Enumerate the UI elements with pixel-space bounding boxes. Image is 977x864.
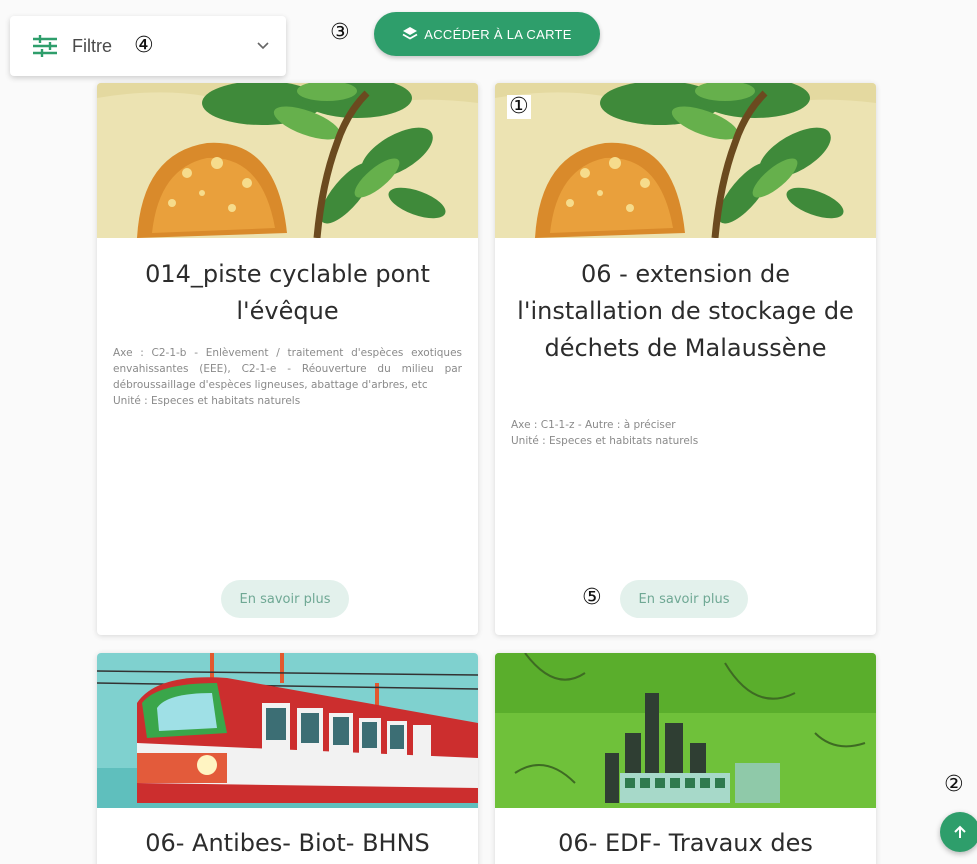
card-unite: Unité : Especes et habitats naturels bbox=[511, 435, 699, 447]
mushroom-illustration bbox=[97, 83, 478, 238]
card-axe: Axe : C2-1-b - Enlèvement / traitement d… bbox=[113, 347, 462, 391]
card-title: 06- Antibes- Biot- BHNS bbox=[145, 829, 430, 857]
callout-marker-1: ① bbox=[507, 94, 531, 119]
project-card: 06- Antibes- Biot- BHNS bbox=[97, 653, 478, 864]
card-title: 06 - extension de l'installation de stoc… bbox=[517, 260, 854, 362]
callout-marker-4: ④ bbox=[134, 33, 154, 58]
card-axe: Axe : C1-1-z - Autre : à préciser bbox=[511, 419, 676, 431]
sliders-icon bbox=[33, 35, 57, 57]
filter-label: Filtre bbox=[72, 35, 112, 56]
project-card: ① 06 - extension de l'installation de st… bbox=[495, 83, 876, 635]
access-map-label: ACCÉDER À LA CARTE bbox=[424, 26, 572, 42]
chevron-down-icon bbox=[257, 42, 269, 50]
card-description: Axe : C1-1-z - Autre : à préciser Unité … bbox=[511, 417, 860, 449]
card-title: 014_piste cyclable pont l'évêque bbox=[145, 260, 430, 325]
scroll-to-top-button[interactable] bbox=[940, 812, 977, 852]
card-image: ① bbox=[495, 83, 876, 238]
arrow-up-icon bbox=[954, 825, 966, 838]
layers-icon bbox=[402, 27, 418, 40]
filter-dropdown[interactable]: Filtre ④ bbox=[10, 16, 286, 76]
callout-marker-5: ⑤ bbox=[582, 585, 602, 610]
card-image bbox=[495, 653, 876, 808]
card-description: Axe : C2-1-b - Enlèvement / traitement d… bbox=[113, 345, 462, 409]
callout-marker-2: ② bbox=[944, 772, 964, 797]
page: Filtre ④ ③ ACCÉDER À LA CARTE 014_piste … bbox=[0, 0, 977, 864]
card-image bbox=[97, 83, 478, 238]
tram-illustration bbox=[97, 653, 478, 808]
project-card: 014_piste cyclable pont l'évêque Axe : C… bbox=[97, 83, 478, 635]
callout-marker-3: ③ bbox=[330, 20, 350, 45]
mushroom-illustration bbox=[495, 83, 876, 238]
card-title: 06- EDF- Travaux des bbox=[558, 829, 813, 857]
card-image bbox=[97, 653, 478, 808]
learn-more-button[interactable]: En savoir plus bbox=[221, 580, 349, 618]
card-unite: Unité : Especes et habitats naturels bbox=[113, 395, 301, 407]
access-map-button[interactable]: ACCÉDER À LA CARTE bbox=[374, 12, 600, 56]
city-illustration bbox=[495, 653, 876, 808]
learn-more-button[interactable]: En savoir plus bbox=[620, 580, 748, 618]
project-card: 06- EDF- Travaux des bbox=[495, 653, 876, 864]
